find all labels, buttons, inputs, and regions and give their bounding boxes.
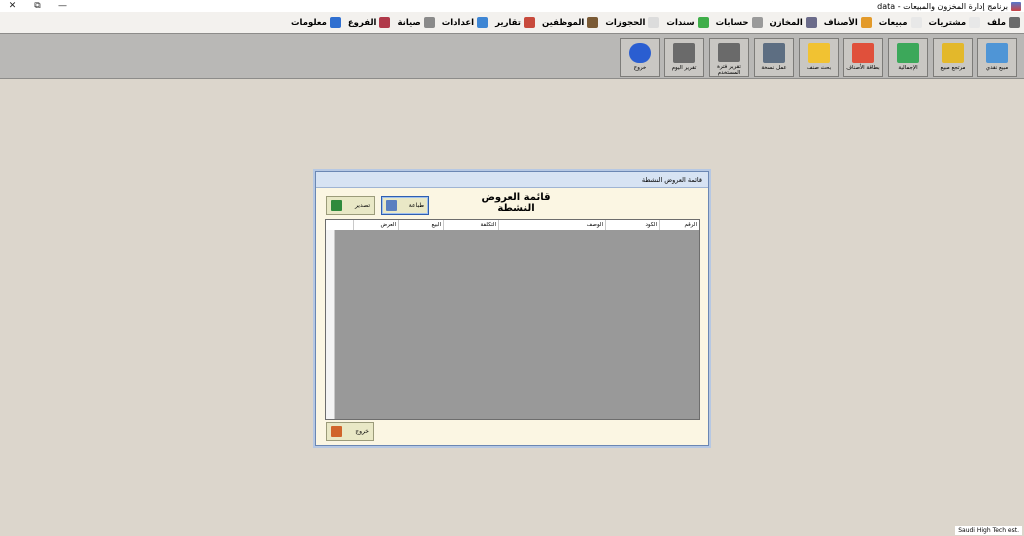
toolbar: مبيع نقدي مرتجع مبيع الإجمالية بطاقة الأ… bbox=[0, 33, 1024, 79]
minimize-window-icon[interactable]: — bbox=[50, 0, 75, 12]
window-title: برنامج إدارة المخزون والمبيعات - data bbox=[877, 1, 1008, 11]
column-header-offer[interactable]: العرض bbox=[353, 220, 398, 230]
menu-accounts[interactable]: حسابات bbox=[716, 17, 763, 28]
app-icon bbox=[1011, 1, 1021, 11]
menu-items[interactable]: الأصناف bbox=[824, 17, 872, 28]
daily-report-icon bbox=[673, 43, 695, 63]
daily-report-button[interactable]: تقرير اليوم bbox=[664, 38, 704, 77]
grid-row-header bbox=[326, 220, 335, 419]
column-header-number[interactable]: الرقم bbox=[659, 220, 699, 230]
excel-icon bbox=[331, 200, 342, 211]
column-header-sale[interactable]: البيع bbox=[398, 220, 443, 230]
menu-vouchers[interactable]: سندات bbox=[666, 17, 709, 28]
column-header-cost[interactable]: التكلفة bbox=[443, 220, 498, 230]
dialog-exit-button[interactable]: خروج bbox=[326, 422, 374, 441]
reports-menu-icon bbox=[523, 17, 535, 28]
menu-info[interactable]: معلومات bbox=[291, 17, 341, 28]
reservations-menu-icon bbox=[648, 17, 660, 28]
close-window-icon[interactable]: ✕ bbox=[0, 0, 25, 12]
vouchers-menu-icon bbox=[697, 17, 709, 28]
export-button[interactable]: تصدير bbox=[326, 196, 375, 215]
maintenance-menu-icon bbox=[423, 17, 435, 28]
sales-return-button[interactable]: مرتجع مبيع bbox=[933, 38, 973, 77]
menu-file[interactable]: ملف bbox=[987, 17, 1020, 28]
dialog-title-bar: قائمة العروض النشطة bbox=[316, 172, 708, 188]
status-bar-text: Saudi High Tech est. bbox=[955, 526, 1022, 535]
item-card-button[interactable]: بطاقة الأصناف bbox=[843, 38, 883, 77]
menu-branches[interactable]: الفروع bbox=[348, 17, 391, 28]
menu-stores[interactable]: المخازن bbox=[770, 17, 817, 28]
lock-icon bbox=[629, 43, 651, 63]
purchases-menu-icon bbox=[969, 17, 981, 28]
printer-icon bbox=[386, 200, 397, 211]
backup-button[interactable]: عمل نسخة bbox=[754, 38, 794, 77]
search-item-icon bbox=[808, 43, 830, 63]
active-offers-dialog: قائمة العروض النشطة قائمة العروض النشطة … bbox=[315, 171, 709, 446]
sales-return-icon bbox=[942, 43, 964, 63]
file-menu-icon bbox=[1009, 17, 1020, 28]
cash-sale-icon bbox=[986, 43, 1008, 63]
menu-settings[interactable]: اعدادات bbox=[442, 17, 489, 28]
window-controls: ✕ ⧉ — bbox=[0, 0, 75, 12]
total-icon bbox=[897, 43, 919, 63]
items-menu-icon bbox=[860, 17, 872, 28]
branches-menu-icon bbox=[379, 17, 391, 28]
stores-menu-icon bbox=[805, 17, 817, 28]
menu-reports[interactable]: تقارير bbox=[495, 17, 535, 28]
menu-purchases[interactable]: مشتريات bbox=[929, 17, 981, 28]
search-item-button[interactable]: بحث صنف bbox=[799, 38, 839, 77]
backup-icon bbox=[763, 43, 785, 63]
item-card-icon bbox=[852, 43, 874, 63]
column-header-code[interactable]: الكود bbox=[605, 220, 659, 230]
menu-bar: ملف مشتريات مبيعات الأصناف المخازن حسابا… bbox=[0, 12, 1024, 33]
settings-menu-icon bbox=[477, 17, 489, 28]
user-period-report-icon bbox=[718, 43, 740, 62]
menu-reservations[interactable]: الحجوزات bbox=[605, 17, 660, 28]
user-period-report-button[interactable]: تقرير فترة المستخدم bbox=[709, 38, 749, 77]
exit-button[interactable]: خروج bbox=[620, 38, 660, 77]
grid-header: الرقم الكود الوصف التكلفة البيع العرض bbox=[326, 220, 699, 230]
total-button[interactable]: الإجمالية bbox=[888, 38, 928, 77]
menu-sales[interactable]: مبيعات bbox=[879, 17, 922, 28]
sales-menu-icon bbox=[910, 17, 922, 28]
menu-employees[interactable]: الموظفين bbox=[542, 17, 599, 28]
info-menu-icon bbox=[329, 17, 341, 28]
print-button[interactable]: طباعة bbox=[381, 196, 429, 215]
employees-menu-icon bbox=[587, 17, 599, 28]
offers-grid[interactable]: الرقم الكود الوصف التكلفة البيع العرض bbox=[325, 219, 700, 420]
dialog-heading: قائمة العروض النشطة bbox=[481, 192, 551, 214]
door-exit-icon bbox=[331, 426, 342, 437]
cash-sale-button[interactable]: مبيع نقدي bbox=[977, 38, 1017, 77]
accounts-menu-icon bbox=[751, 17, 763, 28]
title-bar: برنامج إدارة المخزون والمبيعات - data ✕ … bbox=[0, 0, 1024, 12]
menu-maintenance[interactable]: صيانة bbox=[397, 17, 435, 28]
column-header-description[interactable]: الوصف bbox=[498, 220, 605, 230]
restore-window-icon[interactable]: ⧉ bbox=[25, 0, 50, 12]
